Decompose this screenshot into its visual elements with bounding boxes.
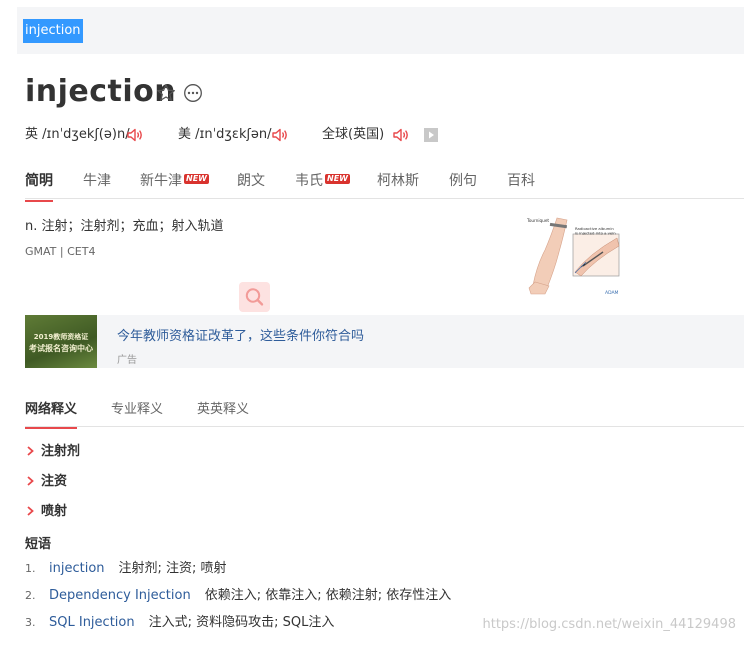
pronunciation-uk: 英 /ɪnˈdʒekʃ(ə)n/ [25, 127, 130, 142]
illustration-caption: is injected into a vein [575, 231, 616, 236]
phrase-translation: 注射剂; 注资; 喷射 [118, 561, 227, 576]
phrase-item: 1. injection 注射剂; 注资; 喷射 [25, 559, 227, 579]
phrase-link[interactable]: injection [49, 561, 105, 576]
phrase-number: 3. [25, 616, 36, 629]
ad-label: 广告 [117, 355, 137, 366]
phrase-link[interactable]: SQL Injection [49, 615, 135, 630]
illustration-image: Tourniquet Radioactive albumin is inject… [523, 210, 633, 298]
headword: injection [25, 74, 177, 109]
chevron-right-icon [27, 506, 34, 516]
tab-webster[interactable]: 韦氏 NEW [295, 170, 350, 190]
phrase-item: 3. SQL Injection 注入式; 资料隐码攻击; SQL注入 [25, 613, 334, 633]
ad-title-link[interactable]: 今年教师资格证改革了，这些条件你符合吗 [117, 325, 364, 344]
illustration-caption: Tourniquet [526, 218, 549, 223]
new-badge: NEW [184, 174, 209, 184]
tab-examples[interactable]: 例句 [449, 170, 477, 190]
star-outline-icon[interactable] [156, 83, 176, 103]
tab-collins[interactable]: 柯林斯 [377, 170, 419, 190]
ad-thumb-text: 2019教师资格证 [33, 333, 89, 341]
tab-professional-meanings[interactable]: 专业释义 [111, 398, 163, 417]
exam-tags: GMAT | CET4 [25, 245, 96, 258]
tab-oxford[interactable]: 牛津 [83, 170, 111, 190]
web-meaning-item[interactable]: 注射剂 [25, 442, 80, 462]
ad-thumbnail[interactable]: 2019教师资格证 考试报名咨询中心 [25, 315, 97, 368]
ad-banner[interactable]: 2019教师资格证 考试报名咨询中心 今年教师资格证改革了，这些条件你符合吗 广… [25, 315, 744, 368]
tab-jianming[interactable]: 简明 [25, 170, 53, 202]
meaning-section-tabs: 网络释义 专业释义 英英释义 [25, 394, 744, 429]
phrases-heading: 短语 [25, 537, 52, 552]
chevron-right-icon [27, 476, 34, 486]
search-icon[interactable] [239, 282, 270, 312]
speaker-icon[interactable] [271, 126, 289, 144]
web-meaning-item[interactable]: 注资 [25, 472, 67, 492]
search-query-selected[interactable]: injection [23, 19, 83, 43]
phrase-translation: 依赖注入; 依靠注入; 依赖注射; 依存性注入 [204, 588, 452, 603]
dictionary-page: injection injection 英 /ɪnˈdʒekʃ(ə)n/ 美 /… [0, 0, 744, 645]
speaker-icon[interactable] [126, 126, 144, 144]
phrase-number: 2. [25, 589, 36, 602]
tab-new-oxford[interactable]: 新牛津 NEW [140, 170, 209, 190]
ad-thumb-text: 考试报名咨询中心 [29, 344, 93, 353]
phrase-link[interactable]: Dependency Injection [49, 588, 191, 603]
tab-english-english[interactable]: 英英释义 [197, 398, 249, 417]
phrase-translation: 注入式; 资料隐码攻击; SQL注入 [148, 615, 335, 630]
pronunciation-us: 美 /ɪnˈdʒɛkʃən/ [178, 127, 272, 142]
illustration-credit: ADAM [605, 290, 619, 296]
search-bar[interactable]: injection [17, 7, 744, 54]
watermark: https://blog.csdn.net/weixin_44129498 [482, 617, 736, 632]
web-meaning-item[interactable]: 喷射 [25, 502, 67, 522]
pronunciation-global: 全球(英国) [322, 127, 385, 142]
phrase-number: 1. [25, 562, 36, 575]
play-triangle-icon[interactable] [424, 128, 438, 142]
dictionary-tabs: 简明 牛津 新牛津 NEW 朗文 韦氏 NEW 柯林斯 例句 百科 [25, 166, 744, 202]
ellipsis-circle-icon[interactable] [183, 83, 203, 103]
tab-encyclopedia[interactable]: 百科 [507, 170, 535, 190]
speaker-icon[interactable] [392, 126, 410, 144]
tab-longman[interactable]: 朗文 [237, 170, 265, 190]
phrase-item: 2. Dependency Injection 依赖注入; 依靠注入; 依赖注射; … [25, 586, 451, 606]
tab-web-meanings[interactable]: 网络释义 [25, 398, 78, 429]
new-badge: NEW [325, 174, 350, 184]
definition-text: n. 注射；注射剂；充血；射入轨道 [25, 219, 224, 234]
chevron-right-icon [27, 446, 34, 456]
